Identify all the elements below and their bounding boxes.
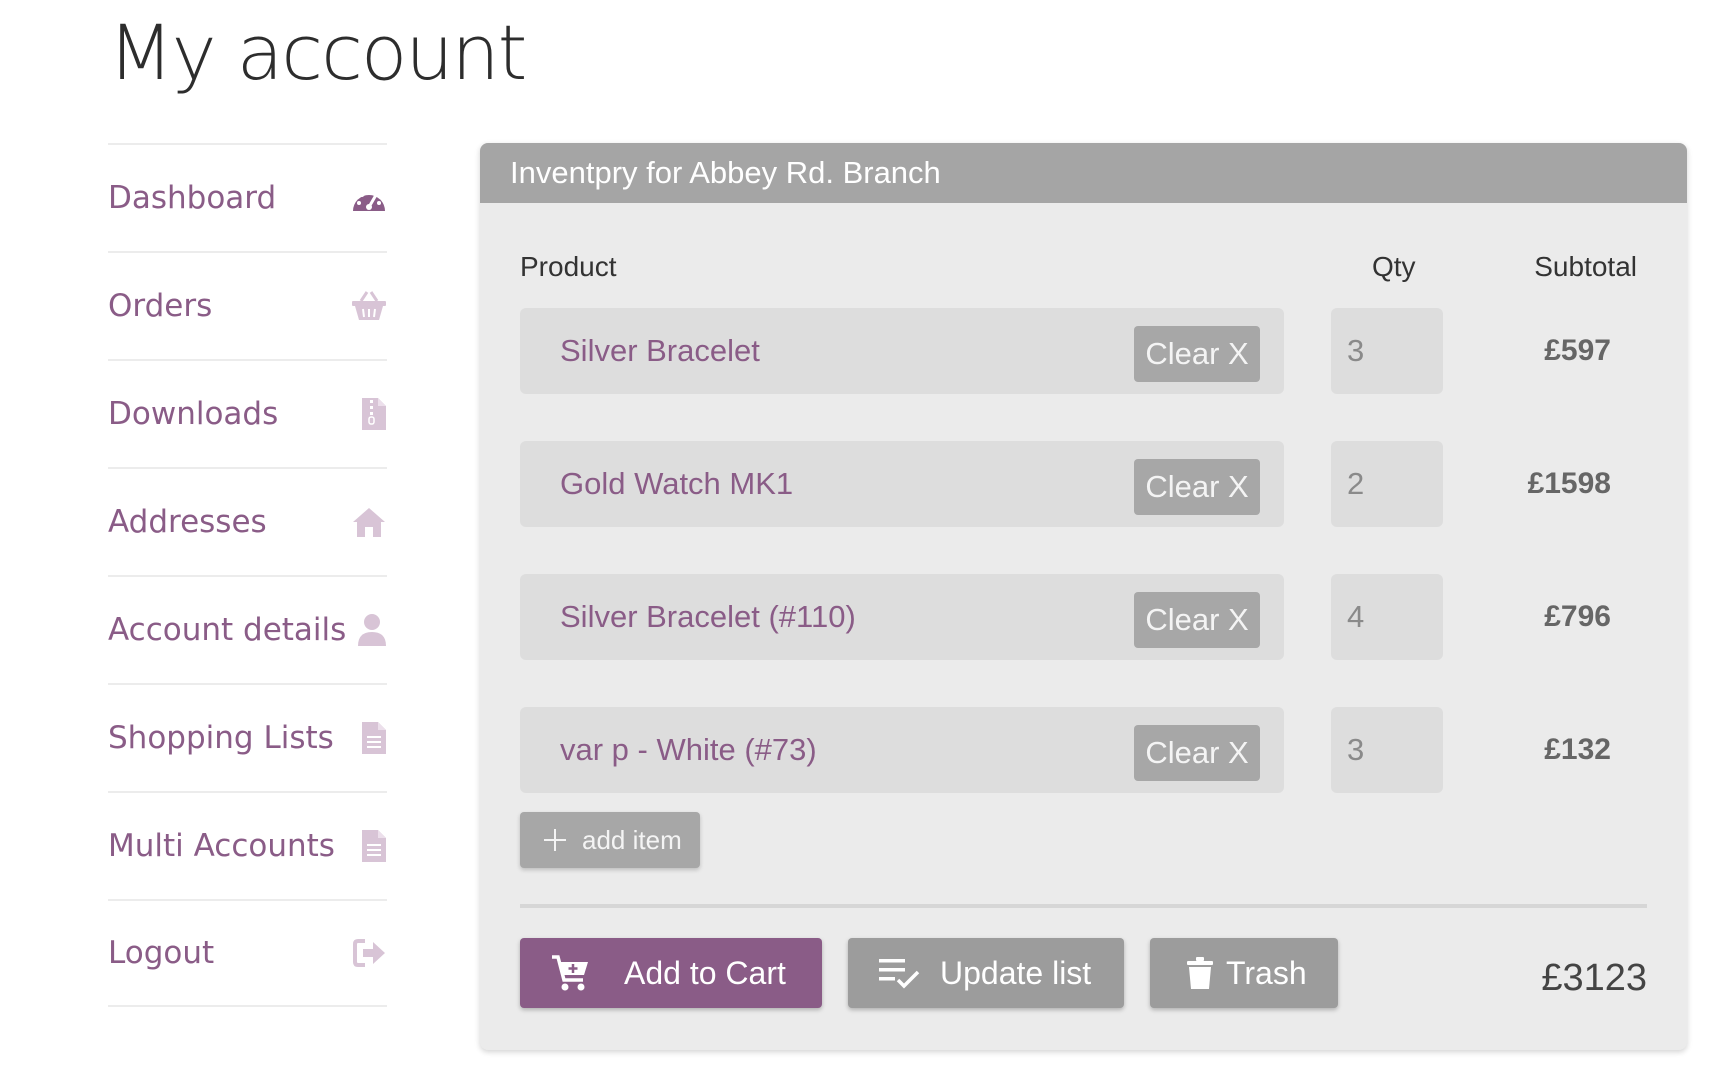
sidebar-item-label: Multi Accounts — [108, 828, 335, 864]
product-name[interactable]: Silver Bracelet — [560, 308, 760, 394]
checklist-icon — [878, 956, 920, 990]
list-item-product: Silver Bracelet Clear X — [520, 308, 1284, 394]
list-item-product: Gold Watch MK1 Clear X — [520, 441, 1284, 527]
sidebar-item-label: Addresses — [108, 504, 267, 540]
trash-button[interactable]: Trash — [1150, 938, 1338, 1008]
home-icon — [347, 502, 387, 542]
list-total: £3123 — [1541, 957, 1647, 999]
divider — [520, 904, 1647, 908]
clear-button[interactable]: Clear X — [1134, 326, 1260, 382]
column-header-product: Product — [520, 251, 617, 282]
clear-button[interactable]: Clear X — [1134, 725, 1260, 781]
row-subtotal: £132 — [1544, 733, 1611, 766]
page-title: My account — [108, 8, 527, 97]
sidebar-item-label: Shopping Lists — [108, 720, 334, 756]
sidebar-item-label: Dashboard — [108, 180, 277, 216]
plus-icon — [542, 827, 568, 853]
row-subtotal: £1598 — [1527, 467, 1611, 500]
shopping-list-panel: Inventpry for Abbey Rd. Branch Product Q… — [480, 143, 1687, 1050]
sidebar-item-addresses[interactable]: Addresses — [108, 467, 387, 575]
product-name[interactable]: var p - White (#73) — [560, 707, 817, 793]
add-to-cart-button[interactable]: Add to Cart — [520, 938, 822, 1008]
sidebar-item-dashboard[interactable]: Dashboard — [108, 143, 387, 251]
trash-label: Trash — [1226, 954, 1307, 991]
sidebar-item-label: Orders — [108, 288, 213, 324]
sidebar-item-downloads[interactable]: Downloads — [108, 359, 387, 467]
update-list-button[interactable]: Update list — [848, 938, 1124, 1008]
column-header-qty: Qty — [1372, 251, 1416, 282]
user-icon — [347, 610, 387, 650]
sidebar-item-shopping-lists[interactable]: Shopping Lists — [108, 683, 387, 791]
clear-button[interactable]: Clear X — [1134, 459, 1260, 515]
update-list-label: Update list — [940, 954, 1092, 991]
row-subtotal: £796 — [1544, 600, 1611, 633]
panel-title: Inventpry for Abbey Rd. Branch — [480, 143, 1687, 203]
dashboard-gauge-icon — [347, 178, 387, 218]
add-item-button[interactable]: add item — [520, 812, 700, 868]
row-subtotal: £597 — [1544, 334, 1611, 367]
add-item-label: add item — [582, 824, 682, 855]
sidebar-item-label: Logout — [108, 935, 215, 971]
sidebar-item-logout[interactable]: Logout — [108, 899, 387, 1007]
sidebar-item-label: Downloads — [108, 396, 279, 432]
add-to-cart-label: Add to Cart — [624, 954, 786, 991]
document-icon — [347, 718, 387, 758]
sidebar-item-account-details[interactable]: Account details — [108, 575, 387, 683]
trash-icon — [1186, 956, 1214, 990]
clear-button[interactable]: Clear X — [1134, 592, 1260, 648]
zip-file-icon — [347, 394, 387, 434]
cart-icon — [550, 954, 590, 992]
product-name[interactable]: Silver Bracelet (#110) — [560, 574, 856, 660]
product-name[interactable]: Gold Watch MK1 — [560, 441, 793, 527]
list-item-product: var p - White (#73) Clear X — [520, 707, 1284, 793]
sidebar-item-label: Account details — [108, 612, 347, 648]
document-icon — [347, 826, 387, 866]
basket-icon — [347, 286, 387, 326]
sidebar-item-orders[interactable]: Orders — [108, 251, 387, 359]
account-navigation: Dashboard Orders Downloads Addresses Acc… — [108, 143, 387, 1007]
sidebar-item-multi-accounts[interactable]: Multi Accounts — [108, 791, 387, 899]
list-item-product: Silver Bracelet (#110) Clear X — [520, 574, 1284, 660]
sign-out-icon — [347, 933, 387, 973]
column-header-subtotal: Subtotal — [1534, 251, 1637, 282]
